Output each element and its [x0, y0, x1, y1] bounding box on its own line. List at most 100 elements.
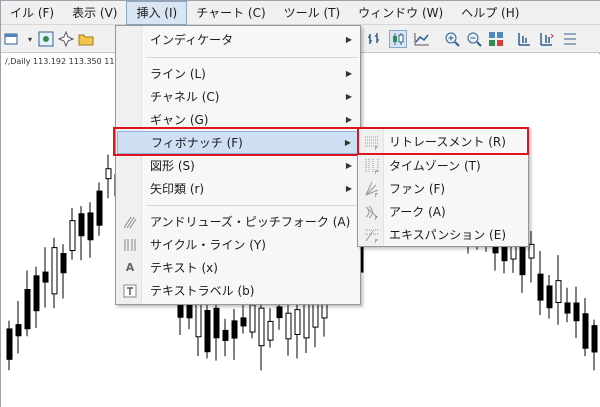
- candle-body: [258, 307, 265, 347]
- period-separator-icon[interactable]: [561, 30, 579, 48]
- candle-body: [96, 190, 103, 226]
- menu-insert[interactable]: 挿入 (I): [126, 0, 188, 25]
- candle-body: [591, 325, 598, 353]
- candle-body: [33, 275, 40, 312]
- submenu-item-label: タイムゾーン (T): [389, 159, 481, 173]
- cycle-lines-icon: [123, 238, 137, 252]
- menu-item-shapes[interactable]: 図形 (S) ▶: [117, 154, 360, 177]
- candle-body: [222, 329, 229, 341]
- highlight-annotation-box: [113, 127, 361, 156]
- menu-item-text[interactable]: A テキスト (x): [117, 256, 360, 279]
- menu-item-label: アンドリューズ・ピッチフォーク (A): [150, 215, 351, 229]
- menu-item-label: 図形 (S): [150, 159, 195, 173]
- svg-text:F: F: [375, 170, 378, 174]
- candle-body: [69, 220, 76, 252]
- candle-body: [249, 304, 256, 333]
- market-watch-icon[interactable]: [37, 30, 55, 48]
- submenu-arrow-icon: ▶: [345, 92, 352, 101]
- candle-body: [24, 289, 31, 330]
- zoom-in-icon[interactable]: [443, 30, 461, 48]
- candlestick-chart-icon[interactable]: [389, 30, 407, 48]
- submenu-item-arcs[interactable]: F アーク (A): [359, 200, 527, 223]
- menu-item-cycle-lines[interactable]: サイクル・ライン (Y): [117, 233, 360, 256]
- chart-shift-icon[interactable]: [515, 30, 533, 48]
- submenu-item-time-zones[interactable]: F タイムゾーン (T): [359, 154, 527, 177]
- candle-body: [15, 324, 22, 337]
- candle-body: [564, 302, 571, 314]
- candle-body: [267, 320, 274, 341]
- menu-tools[interactable]: ツール (T): [275, 1, 350, 25]
- zoom-out-icon[interactable]: [465, 30, 483, 48]
- menu-separator: [146, 57, 358, 58]
- candle-body: [78, 213, 85, 237]
- menu-item-label: 矢印類 (r): [150, 182, 205, 196]
- submenu-arrow-icon: ▶: [345, 161, 352, 170]
- candle-body: [582, 313, 589, 349]
- insert-menu: インディケータ ▶ ライン (L) ▶ チャネル (C) ▶ ギャン (G) ▶…: [115, 25, 361, 305]
- new-chart-icon[interactable]: [3, 30, 21, 48]
- svg-text:F: F: [375, 193, 378, 197]
- submenu-arrow-icon: ▶: [345, 69, 352, 78]
- candle-body: [105, 168, 112, 180]
- fibo-fan-icon: F: [365, 181, 379, 197]
- menu-item-label: テキスト (x): [150, 261, 218, 275]
- candle-body: [519, 245, 526, 276]
- candle-body: [276, 306, 283, 319]
- submenu-arrow-icon: ▶: [345, 35, 352, 44]
- candle-body: [42, 271, 49, 283]
- submenu-item-fan[interactable]: F ファン (F): [359, 177, 527, 200]
- navigator-icon[interactable]: [57, 30, 75, 48]
- candle-body: [51, 247, 58, 295]
- menu-item-channels[interactable]: チャネル (C) ▶: [117, 85, 360, 108]
- candle-body: [231, 320, 238, 339]
- candle-body: [87, 212, 94, 241]
- candle-body: [537, 273, 544, 301]
- menu-item-arrows[interactable]: 矢印類 (r) ▶: [117, 177, 360, 200]
- candle-body: [546, 285, 553, 309]
- bar-chart-icon[interactable]: [365, 30, 383, 48]
- svg-text:F: F: [375, 239, 378, 243]
- candle-body: [294, 309, 301, 335]
- candle-body: [555, 280, 562, 303]
- candle-body: [60, 253, 67, 274]
- menu-file[interactable]: イル (F): [1, 1, 63, 25]
- menu-separator: [146, 205, 358, 206]
- pitchfork-icon: [123, 215, 137, 229]
- auto-scroll-icon[interactable]: [537, 30, 555, 48]
- fibo-expansion-icon: F: [365, 229, 379, 243]
- submenu-item-label: ファン (F): [389, 182, 446, 196]
- candle-body: [213, 307, 220, 339]
- menu-view[interactable]: 表示 (V): [63, 1, 126, 25]
- menu-item-label: インディケータ: [150, 33, 234, 47]
- menu-window[interactable]: ウィンドウ (W): [349, 1, 452, 25]
- submenu-item-expansion[interactable]: F エキスパンション (E): [359, 223, 527, 246]
- menu-item-andrews-pitchfork[interactable]: アンドリューズ・ピッチフォーク (A): [117, 210, 360, 233]
- candle-body: [204, 309, 211, 353]
- text-icon: A: [125, 261, 135, 274]
- menu-item-label: サイクル・ライン (Y): [150, 238, 266, 252]
- menu-item-label: テキストラベル (b): [150, 284, 255, 298]
- candle-body: [285, 312, 292, 340]
- menu-item-label: ライン (L): [150, 67, 206, 81]
- menu-item-lines[interactable]: ライン (L) ▶: [117, 62, 360, 85]
- candle-body: [528, 243, 535, 259]
- menu-item-text-label[interactable]: テキストラベル (b): [117, 279, 360, 302]
- tile-windows-icon[interactable]: [487, 30, 505, 48]
- candle-body: [195, 299, 202, 338]
- menu-item-label: チャネル (C): [150, 90, 220, 104]
- submenu-item-label: エキスパンション (E): [389, 228, 507, 242]
- menu-chart[interactable]: チャート (C): [187, 1, 274, 25]
- candle-body: [573, 302, 580, 322]
- folder-icon[interactable]: [77, 30, 95, 48]
- line-chart-icon[interactable]: [413, 30, 431, 48]
- menu-help[interactable]: ヘルプ (H): [452, 1, 528, 25]
- menu-bar: イル (F) 表示 (V) 挿入 (I) チャート (C) ツール (T) ウィ…: [1, 0, 600, 25]
- fibo-arcs-icon: F: [365, 205, 378, 220]
- highlight-annotation-box: [357, 127, 529, 155]
- submenu-arrow-icon: ▶: [345, 115, 352, 124]
- candle-body: [312, 301, 319, 328]
- menu-item-indicators[interactable]: インディケータ ▶: [117, 28, 360, 51]
- fibo-timezones-icon: F: [365, 158, 379, 174]
- text-label-icon: [123, 284, 137, 298]
- candle-body: [6, 328, 13, 360]
